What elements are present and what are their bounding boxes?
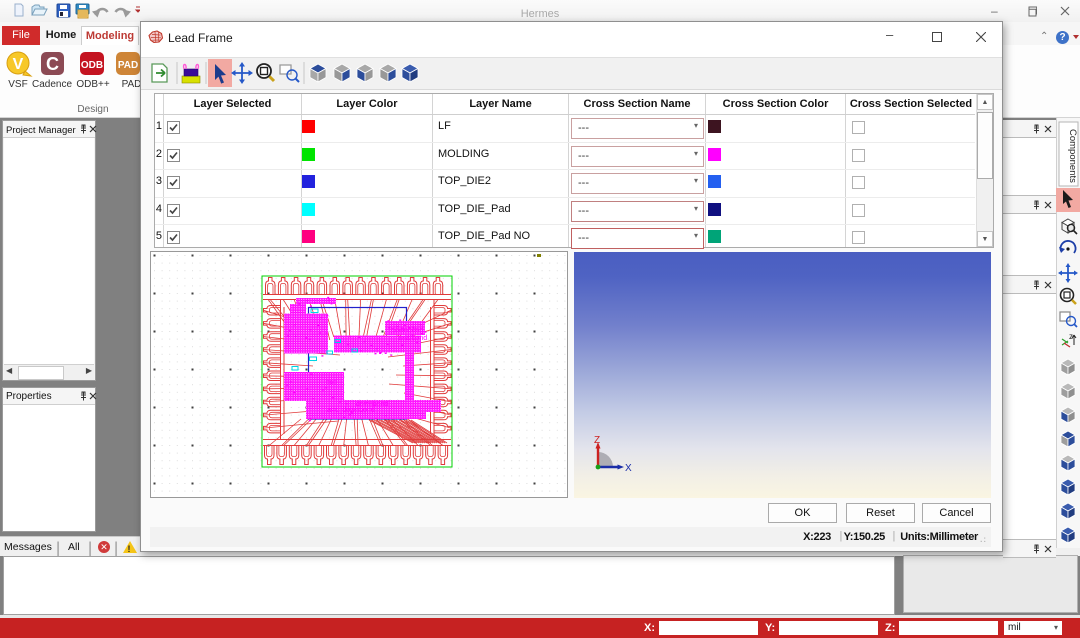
svg-text:PAD: PAD [118, 60, 138, 71]
svg-text:downbond: downbond [356, 401, 388, 408]
svg-text:a=c_downbond: a=c_downbond [327, 407, 375, 414]
svg-text:V: V [13, 56, 24, 73]
svg-text:downbond: downbond [391, 327, 423, 334]
svg-text:ana/bond: ana/bond [398, 335, 427, 342]
svg-text:Z: Z [594, 435, 600, 446]
svg-text:X: X [625, 463, 632, 474]
svg-text:C: C [46, 54, 59, 74]
svg-text:Components: Components [1067, 129, 1078, 183]
svg-text:ODB: ODB [81, 60, 103, 71]
svg-text:bnd: bnd [326, 379, 337, 386]
